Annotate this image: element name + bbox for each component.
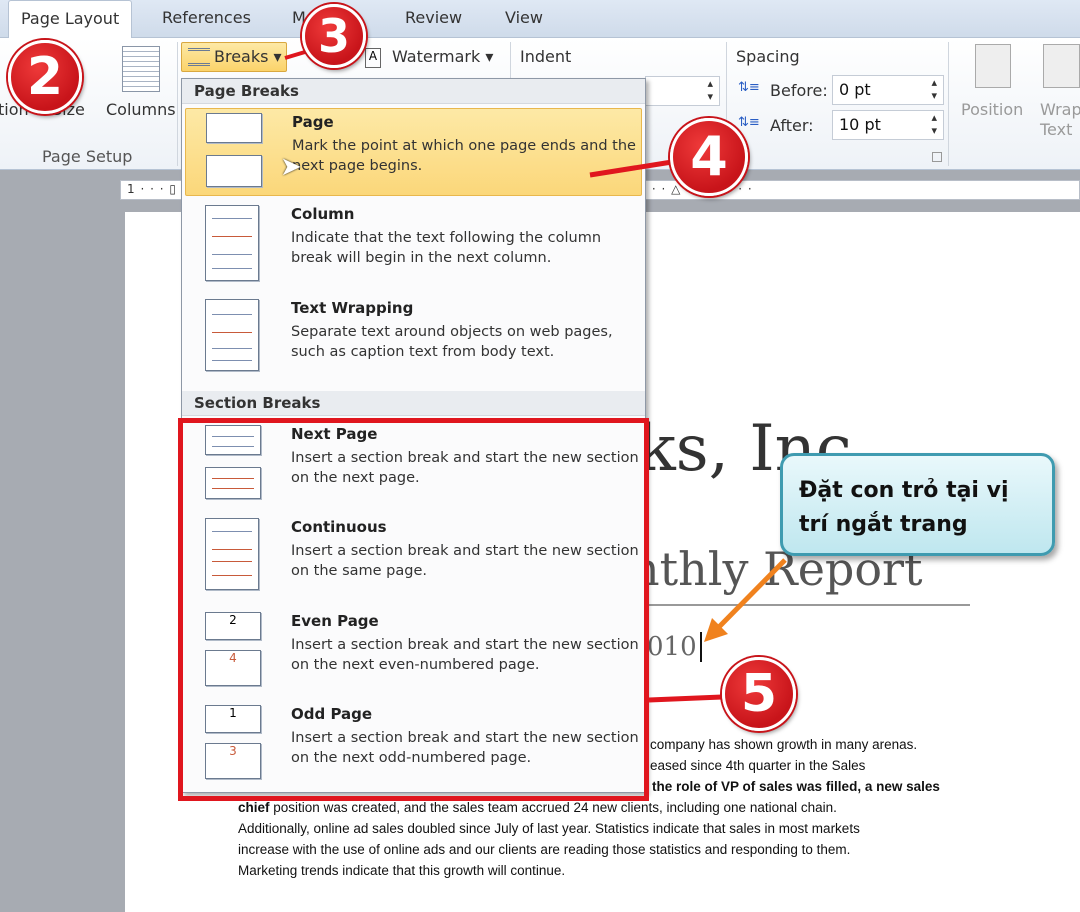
step5-connector — [648, 694, 723, 703]
step-badge-2: 2 — [8, 40, 82, 114]
step-badge-5: 5 — [722, 657, 796, 731]
annotation-lines — [284, 50, 787, 703]
instruction-callout: Đặt con trỏ tại vị trí ngắt trang — [780, 453, 1055, 556]
callout-arrow — [714, 558, 787, 632]
step-badge-3: 3 — [302, 4, 366, 68]
step-badge-4: 4 — [670, 118, 748, 196]
step3-connector — [284, 50, 306, 60]
step4-connector — [589, 159, 673, 178]
